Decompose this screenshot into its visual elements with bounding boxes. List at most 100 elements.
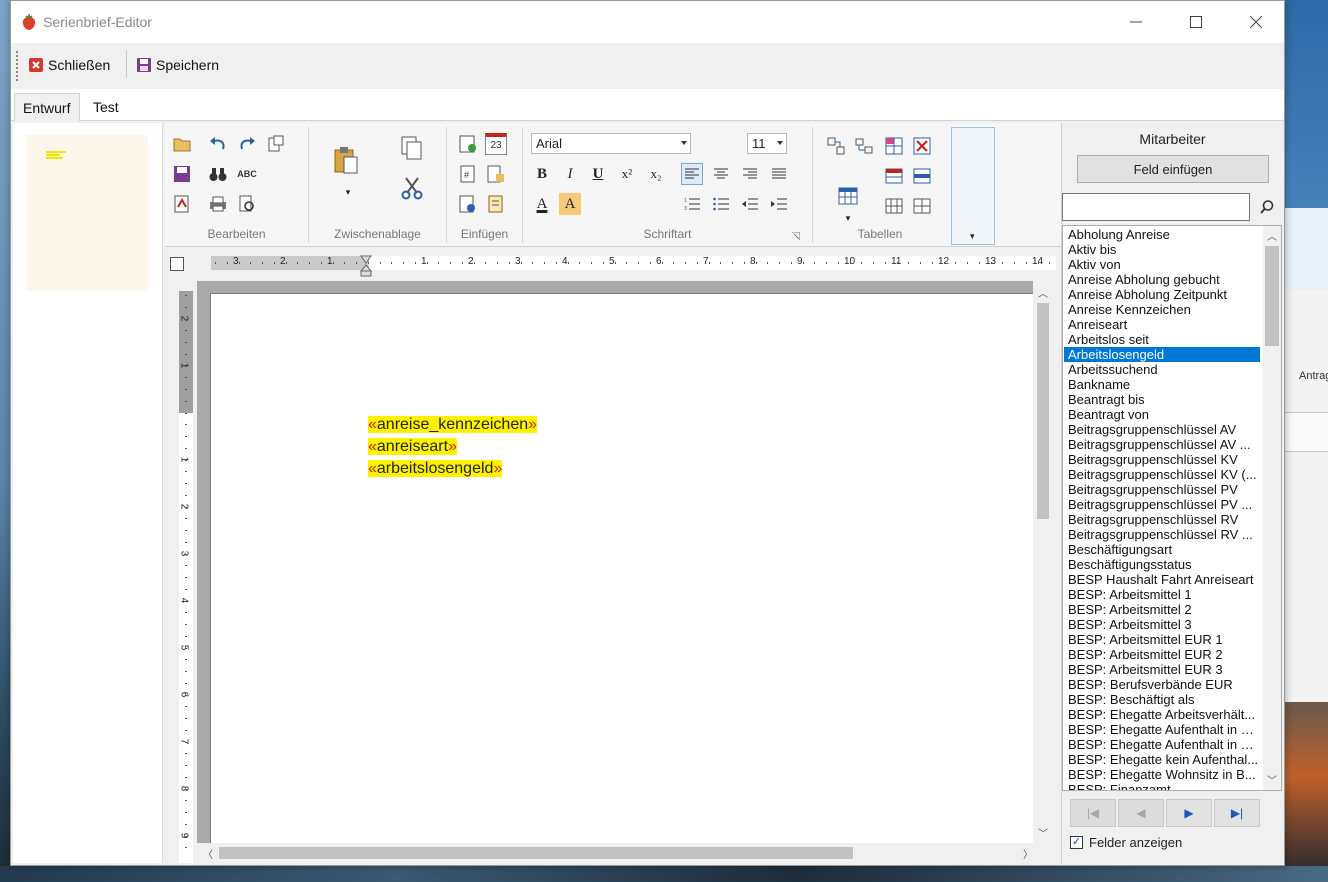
field-list-item[interactable]: Arbeitssuchend: [1064, 362, 1260, 377]
field-list-item[interactable]: BESP: Beschäftigt als: [1064, 692, 1260, 707]
nav-next-button[interactable]: ▶: [1166, 799, 1212, 827]
nav-previous-button[interactable]: ◀: [1118, 799, 1164, 827]
scroll-down-icon[interactable]: ﹀: [1038, 825, 1048, 840]
field-list-item[interactable]: Beitragsgruppenschlüssel AV ...: [1064, 437, 1260, 452]
field-list-item[interactable]: Abholung Anreise: [1064, 227, 1260, 242]
bold-button[interactable]: B: [531, 163, 553, 185]
field-list-item[interactable]: Beitragsgruppenschlüssel RV ...: [1064, 527, 1260, 542]
field-list-item[interactable]: Beitragsgruppenschlüssel AV: [1064, 422, 1260, 437]
table-grid-icon[interactable]: [883, 195, 905, 217]
maximize-button[interactable]: [1167, 1, 1225, 43]
field-list-item[interactable]: BESP: Arbeitsmittel EUR 3: [1064, 662, 1260, 677]
find-binoculars-icon[interactable]: [207, 163, 229, 185]
highlight-color-button[interactable]: A: [559, 193, 581, 215]
insert-document-icon[interactable]: [485, 163, 507, 185]
list-scroll-up-icon[interactable]: ︿: [1267, 228, 1277, 243]
spellcheck-icon[interactable]: ABC: [236, 163, 258, 185]
open-folder-icon[interactable]: [171, 133, 193, 155]
checkbox-check-icon[interactable]: ✓: [1070, 836, 1083, 849]
merge-field-anreiseart[interactable]: «anreiseart»: [368, 436, 537, 458]
nav-first-button[interactable]: |◀: [1070, 799, 1116, 827]
table-merge-icon[interactable]: [825, 135, 847, 157]
print-preview-icon[interactable]: [236, 193, 258, 215]
close-window-button[interactable]: [1227, 1, 1285, 43]
numbered-list-icon[interactable]: 13: [681, 193, 703, 215]
field-list-item[interactable]: Beitragsgruppenschlüssel PV: [1064, 482, 1260, 497]
minimize-button[interactable]: [1107, 1, 1165, 43]
field-list-item[interactable]: BESP: Arbeitsmittel 3: [1064, 617, 1260, 632]
align-justify-icon[interactable]: [768, 163, 790, 185]
field-list-item[interactable]: BESP: Ehegatte Wohnsitz in B...: [1064, 767, 1260, 782]
decrease-indent-icon[interactable]: [739, 193, 761, 215]
horizontal-ruler[interactable]: 3211234567891011121314: [165, 251, 1063, 277]
merge-field-arbeitslosengeld[interactable]: «arbeitslosengeld»: [368, 458, 537, 480]
merge-field-anreise-kennzeichen[interactable]: «anreise_kennzeichen»: [368, 414, 538, 436]
pdf-export-icon[interactable]: [171, 193, 193, 215]
insert-image-icon[interactable]: [457, 133, 479, 155]
paste-clipboard-icon[interactable]: [331, 145, 361, 175]
tab-test[interactable]: Test: [85, 93, 127, 121]
table-insert-row-below-icon[interactable]: [911, 165, 933, 187]
field-list-item[interactable]: Beantragt bis: [1064, 392, 1260, 407]
scroll-left-icon[interactable]: 〈: [203, 846, 213, 861]
print-icon[interactable]: [207, 193, 229, 215]
document-vertical-scroll-thumb[interactable]: [1037, 303, 1049, 519]
font-size-select[interactable]: 11: [747, 133, 787, 154]
field-list-item[interactable]: Beitragsgruppenschlüssel KV (...: [1064, 467, 1260, 482]
field-list-item[interactable]: Arbeitslosengeld: [1064, 347, 1260, 362]
tab-stop-selector[interactable]: [170, 257, 184, 271]
font-name-select[interactable]: Arial: [531, 133, 691, 154]
cut-scissors-icon[interactable]: [399, 175, 425, 201]
scroll-up-icon[interactable]: ︿: [1038, 285, 1048, 300]
insert-symbol-icon[interactable]: [457, 193, 479, 215]
italic-button[interactable]: I: [559, 163, 581, 185]
table-borders-icon[interactable]: [911, 195, 933, 217]
insert-table-dropdown-icon[interactable]: ▾: [837, 207, 859, 229]
field-list-item[interactable]: BESP: Ehegatte Aufenthalt in B...: [1064, 722, 1260, 737]
font-color-button[interactable]: A: [531, 193, 553, 215]
field-list[interactable]: ︿ ﹀ Abholung Anreise Aktiv bis Aktiv von An…: [1062, 225, 1282, 791]
vertical-ruler[interactable]: 2 1 1 2 3 4 5 6 7 8 9: [165, 281, 195, 863]
field-list-item[interactable]: Arbeitslos seit: [1064, 332, 1260, 347]
document-page[interactable]: «anreise_kennzeichen» «anreiseart» «arbe…: [210, 293, 1033, 843]
field-list-scroll-thumb[interactable]: [1265, 246, 1279, 346]
field-list-item[interactable]: Beitragsgruppenschlüssel RV: [1064, 512, 1260, 527]
align-left-icon[interactable]: [681, 163, 703, 185]
superscript-button[interactable]: x²: [616, 163, 638, 185]
field-list-item[interactable]: Beitragsgruppenschlüssel PV ...: [1064, 497, 1260, 512]
document-horizontal-scroll-thumb[interactable]: [219, 847, 853, 859]
field-list-item[interactable]: Aktiv von: [1064, 257, 1260, 272]
field-list-item[interactable]: Beitragsgruppenschlüssel KV: [1064, 452, 1260, 467]
field-list-item[interactable]: Beschäftigungsstatus: [1064, 557, 1260, 572]
insert-page-number-icon[interactable]: #: [457, 163, 479, 185]
speichern-button[interactable]: Speichern: [137, 53, 219, 77]
field-list-item[interactable]: Beschäftigungsart: [1064, 542, 1260, 557]
field-list-item[interactable]: BESP: Ehegatte Aufenthalt in B...: [1064, 737, 1260, 752]
feld-einfuegen-button[interactable]: Feld einfügen: [1077, 155, 1269, 183]
field-list-item[interactable]: Aktiv bis: [1064, 242, 1260, 257]
copy-format-icon[interactable]: [265, 133, 287, 155]
undo-icon[interactable]: [207, 133, 229, 155]
ribbon-expand-button[interactable]: ▾: [951, 127, 995, 245]
felder-anzeigen-checkbox[interactable]: ✓ Felder anzeigen: [1070, 835, 1182, 850]
list-scroll-down-icon[interactable]: ﹀: [1267, 772, 1277, 787]
table-delete-icon[interactable]: [911, 135, 933, 157]
field-list-item[interactable]: Bankname: [1064, 377, 1260, 392]
paste-dropdown-icon[interactable]: ▾: [337, 181, 359, 203]
redo-icon[interactable]: [236, 133, 258, 155]
field-list-item[interactable]: Anreise Abholung Zeitpunkt: [1064, 287, 1260, 302]
field-list-item[interactable]: BESP: Ehegatte kein Aufenthal...: [1064, 752, 1260, 767]
search-icon[interactable]: [1252, 193, 1282, 221]
scroll-right-icon[interactable]: 〉: [1023, 846, 1033, 861]
save-icon[interactable]: [171, 163, 193, 185]
field-list-item[interactable]: Anreise Kennzeichen: [1064, 302, 1260, 317]
field-list-item[interactable]: BESP: Berufsverbände EUR: [1064, 677, 1260, 692]
field-list-item[interactable]: BESP: Arbeitsmittel 2: [1064, 602, 1260, 617]
copy-icon[interactable]: [399, 135, 425, 161]
tab-entwurf[interactable]: Entwurf: [14, 93, 80, 121]
title-bar[interactable]: Serienbrief-Editor: [11, 1, 1284, 43]
document-horizontal-scrollbar[interactable]: 〈 〉: [197, 843, 1053, 863]
schliessen-button[interactable]: Schließen: [29, 53, 110, 77]
bullet-list-icon[interactable]: [710, 193, 732, 215]
insert-date-calendar-icon[interactable]: 23: [485, 133, 507, 155]
